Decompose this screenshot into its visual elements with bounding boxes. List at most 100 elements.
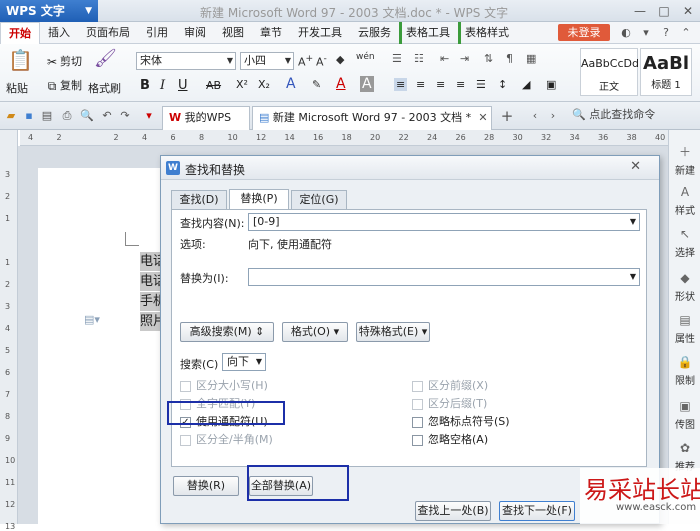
login-button[interactable]: 未登录 — [558, 24, 610, 41]
format-button[interactable]: 格式(O) ▾ — [282, 322, 348, 342]
menu-home[interactable]: 开始 — [0, 21, 40, 44]
subscript-icon[interactable]: X₂ — [258, 78, 270, 91]
font-color-icon[interactable]: A — [336, 76, 346, 92]
line-spacing-icon[interactable]: ↕ — [498, 78, 507, 91]
skin-icon[interactable]: ◐ — [618, 24, 634, 41]
borders-icon[interactable]: ▣ — [546, 78, 556, 91]
grow-font-icon[interactable]: A+ — [298, 53, 313, 69]
clear-format-icon[interactable]: ◆ — [336, 53, 344, 66]
paragraph-handle-icon[interactable]: ▤▾ — [84, 313, 100, 326]
sidebar-upload-image[interactable]: ▣ 传图 — [669, 398, 700, 431]
chevron-down-icon[interactable]: ▼ — [630, 214, 636, 230]
paste-button[interactable]: 粘贴 — [6, 80, 28, 96]
table-icon[interactable]: ▦ — [526, 52, 536, 65]
brush-icon[interactable]: 🖌 — [94, 48, 117, 74]
char-shading-icon[interactable]: A — [360, 76, 374, 92]
menu-page-layout[interactable]: 页面布局 — [78, 22, 138, 44]
customize-icon[interactable]: ▾ — [142, 109, 156, 123]
tab-replace[interactable]: 替换(P) — [229, 189, 289, 209]
italic-icon[interactable]: I — [160, 78, 165, 93]
cut-button[interactable]: ✂ 剪切 — [44, 53, 82, 70]
sidebar-restrict[interactable]: 🔒 限制 — [669, 354, 700, 387]
menu-table-tools[interactable]: 表格工具 — [399, 21, 458, 44]
sidebar-select[interactable]: ↖ 选择 — [669, 226, 700, 259]
style-heading1[interactable]: AaBl 标题 1 — [640, 48, 692, 96]
chevron-down-icon[interactable]: ▼ — [630, 269, 636, 285]
distribute-icon[interactable]: ☰ — [476, 78, 486, 91]
checkbox[interactable] — [180, 380, 191, 392]
close-tab-icon[interactable]: ✕ — [476, 111, 490, 125]
menu-section[interactable]: 章节 — [252, 22, 290, 44]
export-pdf-icon[interactable]: ▤ — [40, 109, 54, 123]
app-menu-button[interactable]: WPS 文字 ▼ — [0, 0, 98, 22]
align-left-icon[interactable]: ≡ — [394, 78, 408, 91]
highlight-icon[interactable]: ✎ — [312, 78, 321, 91]
maximize-button[interactable]: □ — [652, 0, 676, 22]
check-match-suffix[interactable]: 区分后缀(T) — [412, 395, 487, 411]
style-normal[interactable]: AaBbCcDd 正文 — [580, 48, 639, 96]
new-tab-button[interactable]: + — [500, 109, 514, 124]
find-previous-button[interactable]: 查找上一处(B) — [415, 501, 491, 521]
close-icon[interactable]: ✕ — [630, 159, 641, 174]
replace-button[interactable]: 替换(R) — [173, 476, 239, 496]
font-name-select[interactable]: 宋体 ▼ — [136, 52, 236, 70]
check-ignore-punctuation[interactable]: 忽略标点符号(S) — [412, 413, 510, 429]
special-format-button[interactable]: 特殊格式(E) ▾ — [356, 322, 430, 342]
command-search[interactable]: 🔍 点此查找命令 — [572, 106, 662, 124]
find-input[interactable]: [0-9] ▼ — [248, 213, 640, 231]
text-effect-icon[interactable]: A — [286, 76, 296, 92]
undo-icon[interactable]: ↶ — [100, 109, 114, 123]
tab-document[interactable]: ▤ 新建 Microsoft Word 97 - 2003 文档 * — [252, 106, 492, 130]
sidebar-style[interactable]: A 样式 — [669, 184, 700, 217]
doc-line-1[interactable]: 电话 — [140, 252, 162, 271]
menu-view[interactable]: 视图 — [214, 22, 252, 44]
format-painter-button[interactable]: 格式刷 — [88, 80, 121, 96]
minimize-button[interactable]: — — [628, 0, 652, 22]
shading-icon[interactable]: ◢ — [522, 78, 530, 91]
sidebar-properties[interactable]: ▤ 属性 — [669, 312, 700, 345]
advanced-search-button[interactable]: 高级搜索(M) ⇕ — [180, 322, 274, 342]
tab-my-wps[interactable]: W 我的WPS — [162, 106, 250, 130]
check-match-case[interactable]: 区分大小写(H) — [180, 377, 268, 393]
print-preview-icon[interactable]: 🔍 — [80, 109, 94, 123]
strikethrough-icon[interactable]: AB — [206, 79, 221, 92]
checkbox[interactable] — [412, 380, 423, 392]
copy-button[interactable]: ⧉ 复制 — [44, 77, 82, 94]
menu-table-style[interactable]: 表格样式 — [458, 21, 517, 44]
checkbox[interactable] — [180, 434, 191, 446]
search-direction-select[interactable]: 向下 ▼ — [222, 353, 266, 371]
save-icon[interactable]: ▪ — [22, 109, 36, 123]
help-icon[interactable]: ? — [658, 24, 674, 41]
close-button[interactable]: ✕ — [676, 0, 700, 22]
shirt-icon[interactable]: ▾ — [638, 24, 654, 41]
checkbox[interactable] — [412, 416, 423, 428]
sidebar-shape[interactable]: ◆ 形状 — [669, 270, 700, 303]
font-size-select[interactable]: 小四 ▼ — [240, 52, 294, 70]
menu-insert[interactable]: 插入 — [40, 22, 78, 44]
paste-icon[interactable]: 📋 — [8, 48, 33, 76]
check-match-width[interactable]: 区分全/半角(M) — [180, 431, 273, 447]
numbering-icon[interactable]: ☷ — [414, 52, 424, 65]
open-icon[interactable]: ▰ — [4, 109, 18, 123]
phonetic-icon[interactable]: wén — [356, 52, 375, 62]
check-match-prefix[interactable]: 区分前缀(X) — [412, 377, 488, 393]
checkbox[interactable] — [412, 434, 423, 446]
show-marks-icon[interactable]: ¶ — [506, 52, 513, 65]
chevron-right-icon[interactable]: › — [546, 109, 560, 123]
doc-line-3[interactable]: 手机 — [140, 292, 162, 311]
checkbox[interactable] — [412, 398, 423, 410]
align-right-icon[interactable]: ≡ — [436, 78, 445, 91]
shrink-font-icon[interactable]: A- — [316, 53, 327, 69]
tab-find[interactable]: 查找(D) — [171, 190, 227, 209]
replace-input[interactable]: ▼ — [248, 268, 640, 286]
find-next-button[interactable]: 查找下一处(F) — [499, 501, 575, 521]
check-ignore-space[interactable]: 忽略空格(A) — [412, 431, 488, 447]
underline-icon[interactable]: U — [178, 78, 188, 93]
collapse-icon[interactable]: ⌃ — [678, 24, 694, 41]
menu-references[interactable]: 引用 — [138, 22, 176, 44]
redo-icon[interactable]: ↷ — [118, 109, 132, 123]
outdent-icon[interactable]: ⇤ — [440, 52, 449, 65]
menu-cloud[interactable]: 云服务 — [350, 22, 399, 44]
indent-icon[interactable]: ⇥ — [460, 52, 469, 65]
chevron-left-icon[interactable]: ‹ — [528, 109, 542, 123]
